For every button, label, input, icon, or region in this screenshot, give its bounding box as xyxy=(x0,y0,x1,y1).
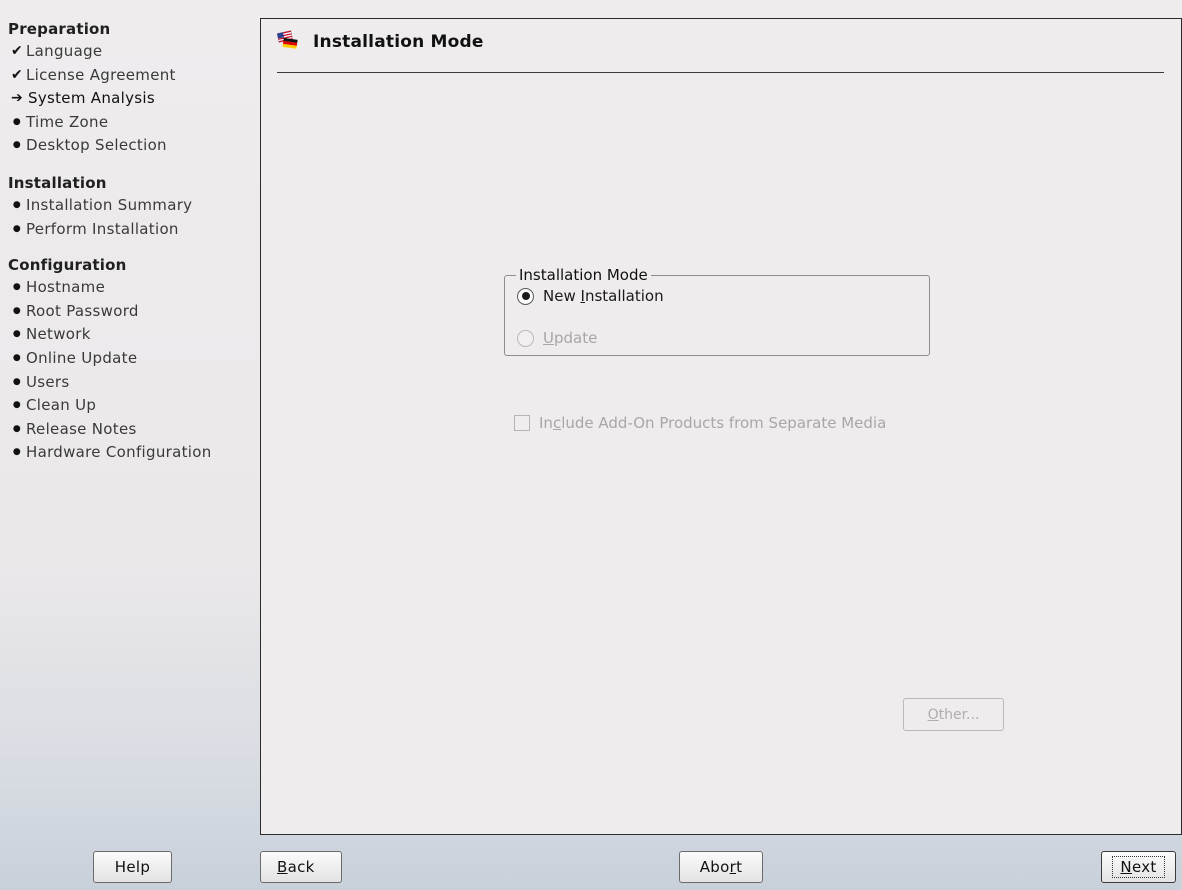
title-divider xyxy=(277,72,1164,73)
radio-label: Update xyxy=(543,329,598,347)
section-title-preparation: Preparation xyxy=(8,20,111,38)
step-system-analysis: ➔ System Analysis xyxy=(8,87,254,111)
step-label: Network xyxy=(26,325,91,344)
group-legend: Installation Mode xyxy=(516,266,651,284)
step-hostname: ● Hostname xyxy=(8,276,254,300)
step-installation-summary: ● Installation Summary xyxy=(8,194,254,218)
step-hardware-configuration: ● Hardware Configuration xyxy=(8,441,254,465)
step-language: ✔ Language xyxy=(8,40,254,64)
bullet-icon: ● xyxy=(12,116,22,127)
bullet-icon: ● xyxy=(12,400,22,411)
radio-label: New Installation xyxy=(543,287,664,305)
step-label: Time Zone xyxy=(26,112,109,131)
bullet-icon: ● xyxy=(12,329,22,340)
step-label: Language xyxy=(26,42,103,60)
bullet-icon: ● xyxy=(12,423,22,434)
steps-sidebar: Preparation ✔ Language ✔ License Agreeme… xyxy=(8,18,254,818)
step-label: Root Password xyxy=(26,301,139,320)
step-desktop-selection: ● Desktop Selection xyxy=(8,134,254,158)
bullet-icon: ● xyxy=(12,447,22,458)
section-title-installation: Installation xyxy=(8,173,107,192)
arrow-right-icon: ➔ xyxy=(10,90,24,107)
step-users: ● Users xyxy=(8,371,254,395)
step-label: Desktop Selection xyxy=(26,136,167,155)
step-root-password: ● Root Password xyxy=(8,300,254,324)
step-release-notes: ● Release Notes xyxy=(8,418,254,442)
checkmark-icon: ✔ xyxy=(10,66,24,83)
other-button: Other... xyxy=(903,698,1004,731)
step-label: Installation Summary xyxy=(26,195,193,214)
step-license-agreement: ✔ License Agreement xyxy=(8,64,254,88)
step-online-update: ● Online Update xyxy=(8,347,254,371)
addon-products-checkbox: Include Add-On Products from Separate Me… xyxy=(514,414,886,432)
checkbox-label: Include Add-On Products from Separate Me… xyxy=(539,414,887,432)
step-label: License Agreement xyxy=(26,65,176,84)
step-perform-installation: ● Perform Installation xyxy=(8,218,254,242)
bullet-icon: ● xyxy=(12,282,22,293)
radio-selected-icon[interactable] xyxy=(517,287,534,305)
radio-new-installation[interactable]: New Installation xyxy=(517,287,664,305)
help-button[interactable]: Help xyxy=(93,851,172,883)
page-title: Installation Mode xyxy=(313,32,484,52)
step-label: Online Update xyxy=(26,348,138,367)
bullet-icon: ● xyxy=(12,376,22,387)
page-header: Installation Mode xyxy=(276,27,484,57)
step-label: Hardware Configuration xyxy=(26,443,212,462)
radio-unselected-icon xyxy=(517,329,534,347)
main-content-panel: Installation Mode Installation Mode New … xyxy=(260,18,1182,835)
checkmark-icon: ✔ xyxy=(10,43,24,59)
bullet-icon: ● xyxy=(12,305,22,316)
step-label: System Analysis xyxy=(28,89,156,108)
step-network: ● Network xyxy=(8,323,254,347)
checkbox-icon xyxy=(514,415,530,431)
bullet-icon: ● xyxy=(12,352,22,363)
back-button[interactable]: Back xyxy=(260,851,342,883)
step-label: Release Notes xyxy=(26,419,137,438)
step-label: Perform Installation xyxy=(26,219,179,238)
installer-window: Preparation ✔ Language ✔ License Agreeme… xyxy=(0,0,1182,890)
radio-update: Update xyxy=(517,329,597,347)
section-title-configuration: Configuration xyxy=(8,256,127,275)
bullet-icon: ● xyxy=(12,199,22,210)
step-label: Hostname xyxy=(26,278,106,297)
bullet-icon: ● xyxy=(12,223,22,234)
step-clean-up: ● Clean Up xyxy=(8,394,254,418)
step-time-zone: ● Time Zone xyxy=(8,111,254,135)
next-button[interactable]: Next xyxy=(1101,851,1176,883)
abort-button[interactable]: Abo r t xyxy=(679,851,763,883)
flags-icon xyxy=(276,29,299,55)
installation-mode-group: Installation Mode New Installation Updat… xyxy=(504,266,930,356)
bullet-icon: ● xyxy=(12,140,22,151)
step-label: Users xyxy=(26,372,70,391)
step-label: Clean Up xyxy=(26,396,97,415)
